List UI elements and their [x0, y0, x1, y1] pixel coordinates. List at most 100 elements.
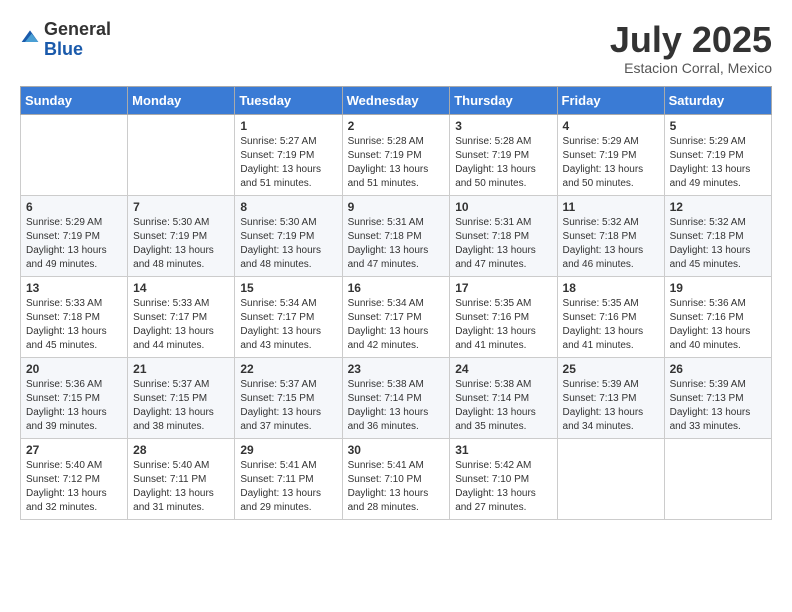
- day-number: 25: [563, 362, 659, 376]
- month-title: July 2025: [610, 20, 772, 60]
- day-info: Sunrise: 5:29 AM Sunset: 7:19 PM Dayligh…: [26, 216, 122, 272]
- day-info: Sunrise: 5:31 AM Sunset: 7:18 PM Dayligh…: [455, 216, 551, 272]
- calendar-cell: 5 Sunrise: 5:29 AM Sunset: 7:19 PM Daylig…: [664, 114, 771, 195]
- calendar-cell: 24Sunrise: 5:38 AM Sunset: 7:14 PM Dayli…: [450, 357, 557, 438]
- logo: General Blue: [20, 20, 111, 60]
- day-info: Sunrise: 5:29 AM Sunset: 7:19 PM Dayligh…: [563, 135, 659, 191]
- calendar-cell: 20 Sunrise: 5:36 AM Sunset: 7:15 PM Dayli…: [21, 357, 128, 438]
- day-number: 29: [240, 443, 336, 457]
- logo-icon: [20, 27, 40, 47]
- calendar-cell: 10 Sunrise: 5:31 AM Sunset: 7:18 PM Dayli…: [450, 195, 557, 276]
- weekday-header-thursday: Thursday: [450, 86, 557, 114]
- calendar-cell: 16 Sunrise: 5:34 AM Sunset: 7:17 PM Dayli…: [342, 276, 450, 357]
- day-number: 30: [348, 443, 445, 457]
- day-info: Sunrise: 5:37 AM Sunset: 7:15 PM Dayligh…: [133, 378, 229, 434]
- day-info: Sunrise: 5:28 AM Sunset: 7:19 PM Dayligh…: [348, 135, 445, 191]
- day-info: Sunrise: 5:41 AM Sunset: 7:10 PM Dayligh…: [348, 459, 445, 515]
- day-info: Sunrise: 5:32 AM Sunset: 7:18 PM Dayligh…: [670, 216, 766, 272]
- calendar-cell: [21, 114, 128, 195]
- day-info: Sunrise: 5:30 AM Sunset: 7:19 PM Dayligh…: [133, 216, 229, 272]
- day-number: 22: [240, 362, 336, 376]
- calendar-cell: 4 Sunrise: 5:29 AM Sunset: 7:19 PM Daylig…: [557, 114, 664, 195]
- day-info: Sunrise: 5:39 AM Sunset: 7:13 PM Dayligh…: [563, 378, 659, 434]
- calendar-cell: 6Sunrise: 5:29 AM Sunset: 7:19 PM Daylig…: [21, 195, 128, 276]
- calendar-cell: 31 Sunrise: 5:42 AM Sunset: 7:10 PM Dayli…: [450, 438, 557, 519]
- day-number: 17: [455, 281, 551, 295]
- day-number: 11: [563, 200, 659, 214]
- day-info: Sunrise: 5:28 AM Sunset: 7:19 PM Dayligh…: [455, 135, 551, 191]
- day-info: Sunrise: 5:42 AM Sunset: 7:10 PM Dayligh…: [455, 459, 551, 515]
- calendar-cell: 22 Sunrise: 5:37 AM Sunset: 7:15 PM Dayli…: [235, 357, 342, 438]
- weekday-header-tuesday: Tuesday: [235, 86, 342, 114]
- day-number: 31: [455, 443, 551, 457]
- day-number: 16: [348, 281, 445, 295]
- calendar-cell: 9 Sunrise: 5:31 AM Sunset: 7:18 PM Daylig…: [342, 195, 450, 276]
- day-number: 5: [670, 119, 766, 133]
- calendar-cell: 29Sunrise: 5:41 AM Sunset: 7:11 PM Dayli…: [235, 438, 342, 519]
- day-info: Sunrise: 5:33 AM Sunset: 7:18 PM Dayligh…: [26, 297, 122, 353]
- day-info: Sunrise: 5:39 AM Sunset: 7:13 PM Dayligh…: [670, 378, 766, 434]
- calendar-cell: 28 Sunrise: 5:40 AM Sunset: 7:11 PM Dayli…: [128, 438, 235, 519]
- calendar-cell: 7 Sunrise: 5:30 AM Sunset: 7:19 PM Daylig…: [128, 195, 235, 276]
- calendar-cell: 13 Sunrise: 5:33 AM Sunset: 7:18 PM Dayli…: [21, 276, 128, 357]
- day-info: Sunrise: 5:34 AM Sunset: 7:17 PM Dayligh…: [348, 297, 445, 353]
- day-number: 19: [670, 281, 766, 295]
- day-info: Sunrise: 5:35 AM Sunset: 7:16 PM Dayligh…: [563, 297, 659, 353]
- day-number: 4: [563, 119, 659, 133]
- day-info: Sunrise: 5:34 AM Sunset: 7:17 PM Dayligh…: [240, 297, 336, 353]
- day-number: 10: [455, 200, 551, 214]
- day-info: Sunrise: 5:37 AM Sunset: 7:15 PM Dayligh…: [240, 378, 336, 434]
- day-info: Sunrise: 5:30 AM Sunset: 7:19 PM Dayligh…: [240, 216, 336, 272]
- calendar-cell: 2Sunrise: 5:28 AM Sunset: 7:19 PM Daylig…: [342, 114, 450, 195]
- day-number: 21: [133, 362, 229, 376]
- day-info: Sunrise: 5:33 AM Sunset: 7:17 PM Dayligh…: [133, 297, 229, 353]
- day-number: 27: [26, 443, 122, 457]
- day-number: 3: [455, 119, 551, 133]
- day-number: 20: [26, 362, 122, 376]
- weekday-header-row: SundayMondayTuesdayWednesdayThursdayFrid…: [21, 86, 772, 114]
- calendar-cell: 23Sunrise: 5:38 AM Sunset: 7:14 PM Dayli…: [342, 357, 450, 438]
- location-subtitle: Estacion Corral, Mexico: [610, 60, 772, 76]
- calendar-cell: 26 Sunrise: 5:39 AM Sunset: 7:13 PM Dayli…: [664, 357, 771, 438]
- day-number: 13: [26, 281, 122, 295]
- calendar-cell: 21 Sunrise: 5:37 AM Sunset: 7:15 PM Dayli…: [128, 357, 235, 438]
- calendar-cell: 12 Sunrise: 5:32 AM Sunset: 7:18 PM Dayli…: [664, 195, 771, 276]
- calendar-cell: 14 Sunrise: 5:33 AM Sunset: 7:17 PM Dayli…: [128, 276, 235, 357]
- page-header: General Blue July 2025 Estacion Corral, …: [20, 20, 772, 76]
- calendar-cell: 15 Sunrise: 5:34 AM Sunset: 7:17 PM Dayli…: [235, 276, 342, 357]
- day-info: Sunrise: 5:27 AM Sunset: 7:19 PM Dayligh…: [240, 135, 336, 191]
- calendar-cell: 30 Sunrise: 5:41 AM Sunset: 7:10 PM Dayli…: [342, 438, 450, 519]
- calendar-week-row: 20 Sunrise: 5:36 AM Sunset: 7:15 PM Dayli…: [21, 357, 772, 438]
- day-number: 26: [670, 362, 766, 376]
- day-number: 15: [240, 281, 336, 295]
- weekday-header-monday: Monday: [128, 86, 235, 114]
- day-number: 28: [133, 443, 229, 457]
- day-info: Sunrise: 5:40 AM Sunset: 7:12 PM Dayligh…: [26, 459, 122, 515]
- day-number: 18: [563, 281, 659, 295]
- calendar-cell: 19 Sunrise: 5:36 AM Sunset: 7:16 PM Dayli…: [664, 276, 771, 357]
- calendar-cell: 1Sunrise: 5:27 AM Sunset: 7:19 PM Daylig…: [235, 114, 342, 195]
- calendar-week-row: 6Sunrise: 5:29 AM Sunset: 7:19 PM Daylig…: [21, 195, 772, 276]
- day-info: Sunrise: 5:31 AM Sunset: 7:18 PM Dayligh…: [348, 216, 445, 272]
- calendar-cell: 11 Sunrise: 5:32 AM Sunset: 7:18 PM Dayli…: [557, 195, 664, 276]
- day-info: Sunrise: 5:40 AM Sunset: 7:11 PM Dayligh…: [133, 459, 229, 515]
- day-number: 23: [348, 362, 445, 376]
- calendar-week-row: 13 Sunrise: 5:33 AM Sunset: 7:18 PM Dayli…: [21, 276, 772, 357]
- day-number: 7: [133, 200, 229, 214]
- day-info: Sunrise: 5:29 AM Sunset: 7:19 PM Dayligh…: [670, 135, 766, 191]
- day-number: 14: [133, 281, 229, 295]
- calendar-cell: 18 Sunrise: 5:35 AM Sunset: 7:16 PM Dayli…: [557, 276, 664, 357]
- day-info: Sunrise: 5:36 AM Sunset: 7:16 PM Dayligh…: [670, 297, 766, 353]
- weekday-header-wednesday: Wednesday: [342, 86, 450, 114]
- weekday-header-sunday: Sunday: [21, 86, 128, 114]
- day-info: Sunrise: 5:36 AM Sunset: 7:15 PM Dayligh…: [26, 378, 122, 434]
- calendar-cell: 27 Sunrise: 5:40 AM Sunset: 7:12 PM Dayli…: [21, 438, 128, 519]
- day-number: 9: [348, 200, 445, 214]
- calendar-cell: [664, 438, 771, 519]
- calendar-cell: [557, 438, 664, 519]
- day-number: 24: [455, 362, 551, 376]
- day-info: Sunrise: 5:32 AM Sunset: 7:18 PM Dayligh…: [563, 216, 659, 272]
- logo-blue: Blue: [44, 40, 111, 60]
- weekday-header-saturday: Saturday: [664, 86, 771, 114]
- day-number: 12: [670, 200, 766, 214]
